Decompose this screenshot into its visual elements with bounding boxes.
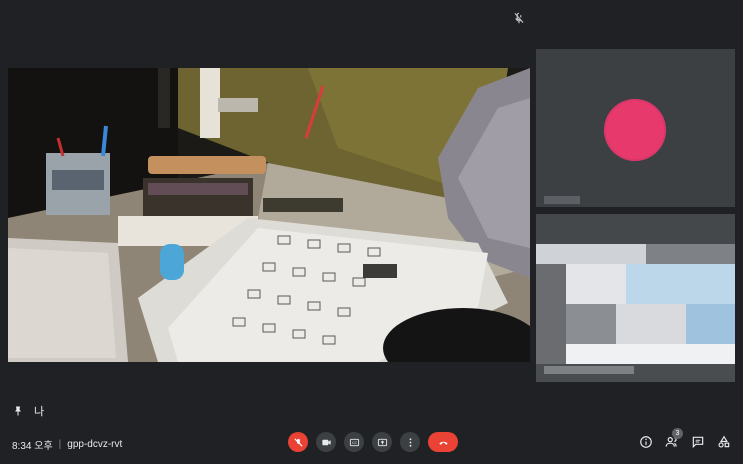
avatar bbox=[604, 99, 666, 161]
info-icon bbox=[640, 436, 652, 448]
pin-icon[interactable] bbox=[12, 405, 24, 417]
desk-video-feed bbox=[8, 68, 530, 362]
call-controls: CC bbox=[288, 432, 458, 452]
people-button[interactable]: 3 bbox=[665, 428, 683, 449]
present-icon bbox=[377, 438, 387, 446]
chat-icon bbox=[692, 436, 704, 449]
meeting-details-button[interactable] bbox=[639, 435, 653, 449]
mic-off-icon bbox=[514, 12, 524, 24]
self-label: 나 bbox=[12, 403, 44, 419]
present-button[interactable] bbox=[372, 432, 392, 452]
activities-icon bbox=[718, 435, 730, 448]
mic-off-icon bbox=[293, 437, 303, 447]
camera-icon bbox=[321, 439, 331, 445]
more-options-button[interactable] bbox=[400, 432, 420, 452]
participant-name-blurred bbox=[544, 366, 634, 374]
hangup-icon bbox=[438, 441, 448, 445]
meeting-tools: 3 bbox=[639, 428, 731, 449]
meeting-info: 8:34 오후 | gpp-dcvz-rvt bbox=[12, 437, 122, 452]
participant-tile-video[interactable] bbox=[536, 214, 735, 382]
activities-button[interactable] bbox=[717, 435, 731, 449]
separator: | bbox=[58, 439, 62, 450]
more-icon bbox=[409, 437, 411, 447]
main-video-tile[interactable] bbox=[8, 68, 530, 362]
captions-button[interactable]: CC bbox=[344, 432, 364, 452]
participant-name-blurred bbox=[544, 196, 580, 204]
captions-icon: CC bbox=[349, 438, 359, 446]
chat-button[interactable] bbox=[691, 435, 705, 449]
mic-toggle-button[interactable] bbox=[288, 432, 308, 452]
meeting-time: 8:34 오후 bbox=[12, 441, 53, 452]
leave-call-button[interactable] bbox=[428, 432, 458, 452]
participant-tile-avatar[interactable] bbox=[536, 49, 735, 207]
camera-toggle-button[interactable] bbox=[316, 432, 336, 452]
meeting-code: gpp-dcvz-rvt bbox=[67, 439, 123, 450]
self-name: 나 bbox=[34, 406, 45, 418]
people-count-badge: 3 bbox=[672, 428, 683, 439]
svg-text:CC: CC bbox=[351, 441, 357, 445]
